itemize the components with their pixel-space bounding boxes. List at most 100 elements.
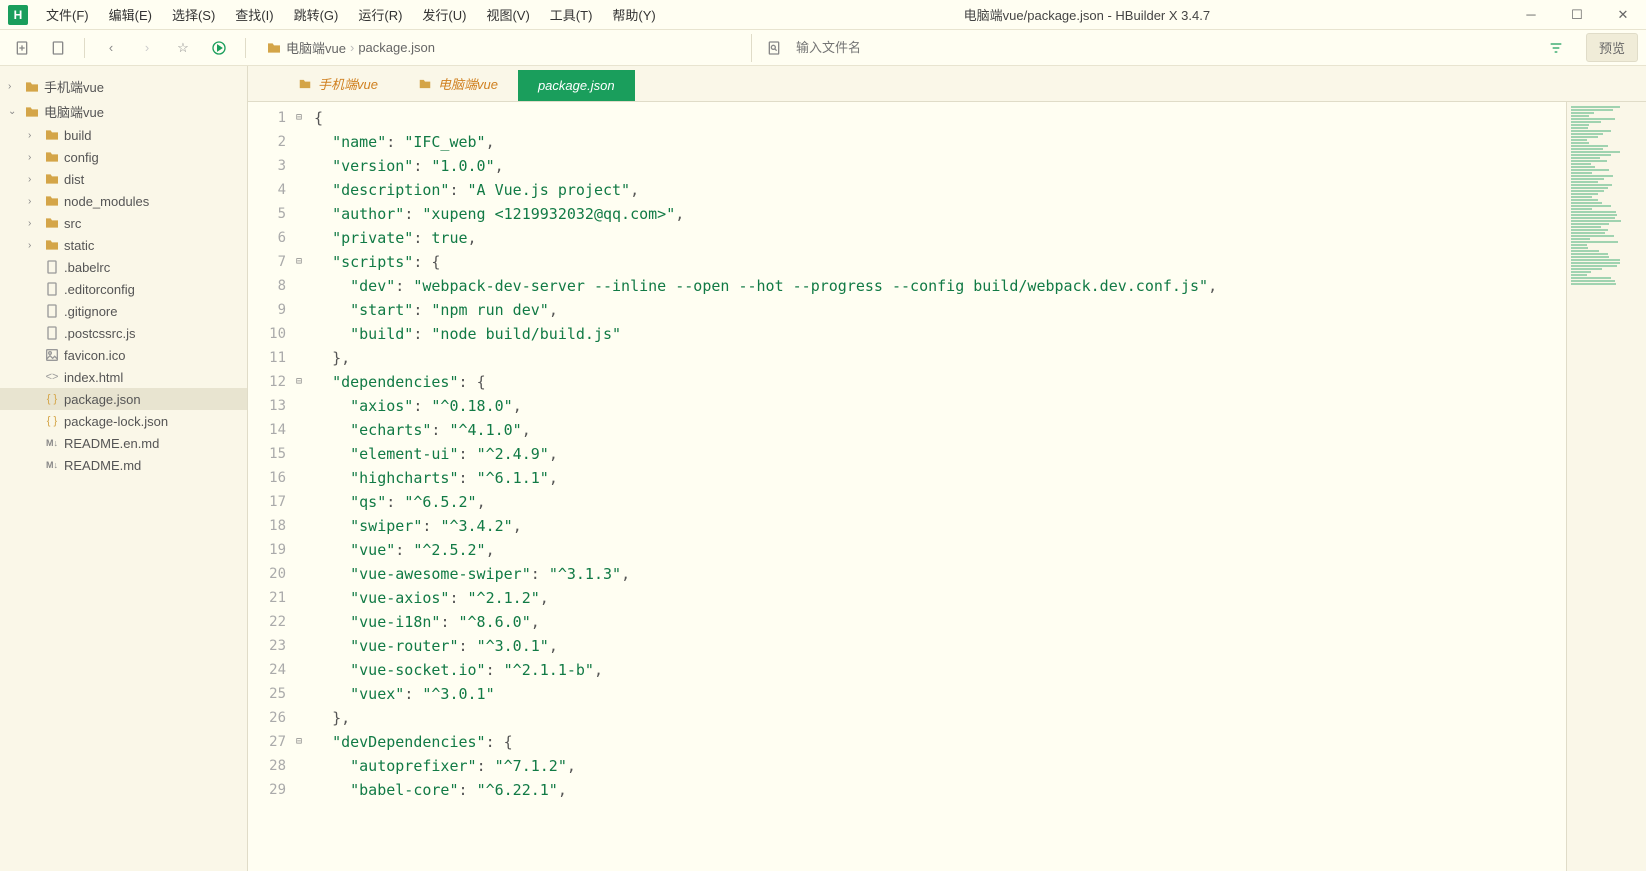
tree-file[interactable]: M↓README.en.md xyxy=(0,432,247,454)
menu-edit[interactable]: 编辑(E) xyxy=(99,1,162,28)
tree-label: README.md xyxy=(64,458,141,473)
menu-help[interactable]: 帮助(Y) xyxy=(602,1,665,28)
editor-tab[interactable]: package.json xyxy=(518,70,635,101)
minimap-line xyxy=(1571,277,1611,279)
menu-view[interactable]: 视图(V) xyxy=(476,1,539,28)
minimap-line xyxy=(1571,166,1595,168)
back-icon[interactable]: ‹ xyxy=(97,34,125,62)
expand-arrow-icon: › xyxy=(8,81,20,92)
fold-marker xyxy=(292,298,306,322)
maximize-button[interactable]: ☐ xyxy=(1554,0,1600,30)
tree-label: favicon.ico xyxy=(64,348,125,363)
expand-arrow-icon: › xyxy=(28,130,40,141)
minimap-line xyxy=(1571,256,1609,258)
code-line: "qs": "^6.5.2", xyxy=(314,490,1558,514)
file-explorer[interactable]: ›手机端vue⌄电脑端vue›build›config›dist›node_mo… xyxy=(0,66,248,871)
tree-label: .editorconfig xyxy=(64,282,135,297)
forward-icon[interactable]: › xyxy=(133,34,161,62)
app-logo: H xyxy=(8,5,28,25)
menu-run[interactable]: 运行(R) xyxy=(348,1,412,28)
menu-tools[interactable]: 工具(T) xyxy=(540,1,603,28)
filter-icon[interactable] xyxy=(1542,34,1570,62)
folder-icon xyxy=(24,79,40,95)
line-number: 9 xyxy=(248,298,290,322)
tab-label: 电脑端vue xyxy=(438,74,498,93)
line-number: 24 xyxy=(248,658,290,682)
minimap-line xyxy=(1571,202,1602,204)
run-icon[interactable] xyxy=(205,34,233,62)
folder-icon xyxy=(298,77,312,91)
breadcrumb-item[interactable]: package.json xyxy=(358,40,435,55)
line-number: 29 xyxy=(248,778,290,802)
main-area: ›手机端vue⌄电脑端vue›build›config›dist›node_mo… xyxy=(0,66,1646,871)
tree-file[interactable]: <>index.html xyxy=(0,366,247,388)
tree-folder[interactable]: ›build xyxy=(0,124,247,146)
markdown-icon: M↓ xyxy=(44,457,60,473)
folder-icon xyxy=(44,237,60,253)
new-file-icon[interactable] xyxy=(8,34,36,62)
tree-folder[interactable]: ›dist xyxy=(0,168,247,190)
tree-file[interactable]: .gitignore xyxy=(0,300,247,322)
breadcrumb-item[interactable]: 电脑端vue xyxy=(286,38,346,57)
tree-folder[interactable]: ›src xyxy=(0,212,247,234)
save-icon[interactable] xyxy=(44,34,72,62)
minimap-line xyxy=(1571,259,1620,261)
menu-publish[interactable]: 发行(U) xyxy=(412,1,476,28)
fold-marker xyxy=(292,562,306,586)
menu-file[interactable]: 文件(F) xyxy=(36,1,99,28)
tree-file[interactable]: { }package.json xyxy=(0,388,247,410)
menu-goto[interactable]: 跳转(G) xyxy=(284,1,349,28)
preview-button[interactable]: 预览 xyxy=(1586,33,1638,62)
fold-marker xyxy=(292,466,306,490)
fold-marker xyxy=(292,490,306,514)
menu-find[interactable]: 查找(I) xyxy=(225,1,283,28)
code-editor[interactable]: { "name": "IFC_web", "version": "1.0.0",… xyxy=(306,102,1566,871)
line-number: 6 xyxy=(248,226,290,250)
tree-file[interactable]: .editorconfig xyxy=(0,278,247,300)
minimap-line xyxy=(1571,151,1620,153)
tree-folder[interactable]: ›node_modules xyxy=(0,190,247,212)
code-line: "element-ui": "^2.4.9", xyxy=(314,442,1558,466)
tree-folder[interactable]: ›static xyxy=(0,234,247,256)
minimize-button[interactable]: ─ xyxy=(1508,0,1554,30)
line-number: 19 xyxy=(248,538,290,562)
code-line: "description": "A Vue.js project", xyxy=(314,178,1558,202)
tree-file[interactable]: { }package-lock.json xyxy=(0,410,247,432)
line-number: 17 xyxy=(248,490,290,514)
code-line: "name": "IFC_web", xyxy=(314,130,1558,154)
tree-file[interactable]: M↓ README.md xyxy=(0,454,247,476)
minimap-line xyxy=(1571,220,1621,222)
tree-folder[interactable]: ›config xyxy=(0,146,247,168)
minimap-line xyxy=(1571,160,1607,162)
search-input[interactable] xyxy=(788,36,1088,59)
tree-file[interactable]: .babelrc xyxy=(0,256,247,278)
fold-marker[interactable]: ⊟ xyxy=(292,106,306,130)
search-file-icon xyxy=(760,34,788,62)
line-number: 5 xyxy=(248,202,290,226)
minimap-line xyxy=(1571,250,1599,252)
star-icon[interactable]: ☆ xyxy=(169,34,197,62)
line-number: 8 xyxy=(248,274,290,298)
editor-tab[interactable]: 手机端vue xyxy=(278,66,398,101)
fold-marker[interactable]: ⊟ xyxy=(292,250,306,274)
code-container: 1234567891011121314151617181920212223242… xyxy=(248,102,1646,871)
minimap[interactable] xyxy=(1566,102,1646,871)
menu-select[interactable]: 选择(S) xyxy=(162,1,225,28)
code-line: "author": "xupeng <1219932032@qq.com>", xyxy=(314,202,1558,226)
fold-marker[interactable]: ⊟ xyxy=(292,370,306,394)
editor-tab[interactable]: 电脑端vue xyxy=(398,66,518,101)
tree-file[interactable]: .postcssrc.js xyxy=(0,322,247,344)
tree-folder[interactable]: ⌄电脑端vue xyxy=(0,99,247,124)
close-button[interactable]: ✕ xyxy=(1600,0,1646,30)
minimap-line xyxy=(1571,235,1614,237)
tree-file[interactable]: favicon.ico xyxy=(0,344,247,366)
minimap-line xyxy=(1571,115,1589,117)
file-icon xyxy=(44,281,60,297)
minimap-line xyxy=(1571,244,1587,246)
fold-marker xyxy=(292,754,306,778)
minimap-line xyxy=(1571,142,1589,144)
expand-arrow-icon: ⌄ xyxy=(8,106,20,117)
fold-marker[interactable]: ⊟ xyxy=(292,730,306,754)
tree-folder[interactable]: ›手机端vue xyxy=(0,74,247,99)
fold-marker xyxy=(292,322,306,346)
